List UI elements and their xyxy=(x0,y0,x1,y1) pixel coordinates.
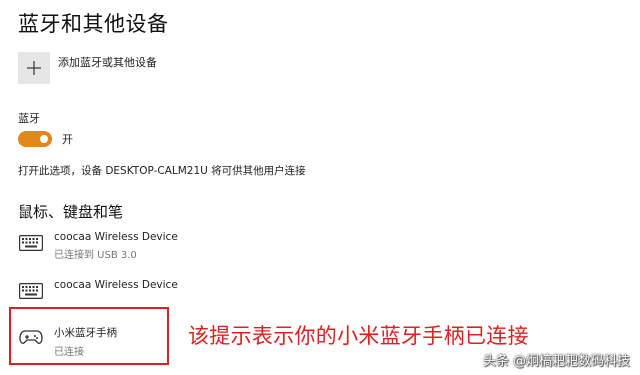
discoverable-text: 打开此选项，设备 DESKTOP-CALM21U 将可供其他用户连接 xyxy=(18,165,306,177)
add-device-button[interactable]: 添加蓝牙或其他设备 xyxy=(18,52,157,84)
annotation-text: 该提示表示你的小米蓝牙手柄已连接 xyxy=(188,324,529,348)
keyboard-icon xyxy=(18,233,44,253)
device-status: 已连接到 USB 3.0 xyxy=(54,250,137,261)
section-heading-mouse-keyboard-pen: 鼠标、键盘和笔 xyxy=(18,203,124,221)
page-title: 蓝牙和其他设备 xyxy=(18,12,169,36)
toggle-knob xyxy=(40,135,48,143)
bluetooth-label: 蓝牙 xyxy=(18,112,40,125)
device-name: coocaa Wireless Device xyxy=(54,231,178,243)
device-status: 已连接 xyxy=(54,347,84,358)
bluetooth-toggle-state: 开 xyxy=(62,133,73,146)
device-item[interactable]: coocaa Wireless Device xyxy=(18,279,178,301)
device-item[interactable]: 小米蓝牙手柄 已连接 xyxy=(18,325,117,358)
add-box[interactable] xyxy=(18,52,50,84)
watermark: 头条 @炯槁耙耙数码科技 xyxy=(482,354,630,369)
device-item[interactable]: coocaa Wireless Device 已连接到 USB 3.0 xyxy=(18,231,178,261)
device-name: 小米蓝牙手柄 xyxy=(54,327,117,339)
device-name: coocaa Wireless Device xyxy=(54,279,178,291)
bluetooth-toggle-row: 开 xyxy=(18,131,73,147)
bluetooth-toggle[interactable] xyxy=(18,131,52,147)
gamepad-icon xyxy=(18,327,44,347)
add-device-label: 添加蓝牙或其他设备 xyxy=(58,56,157,69)
keyboard-icon xyxy=(18,281,44,301)
bluetooth-settings-page: 蓝牙和其他设备 添加蓝牙或其他设备 蓝牙 开 打开此选项，设备 DESKTOP-… xyxy=(0,0,640,375)
plus-icon xyxy=(27,61,41,75)
